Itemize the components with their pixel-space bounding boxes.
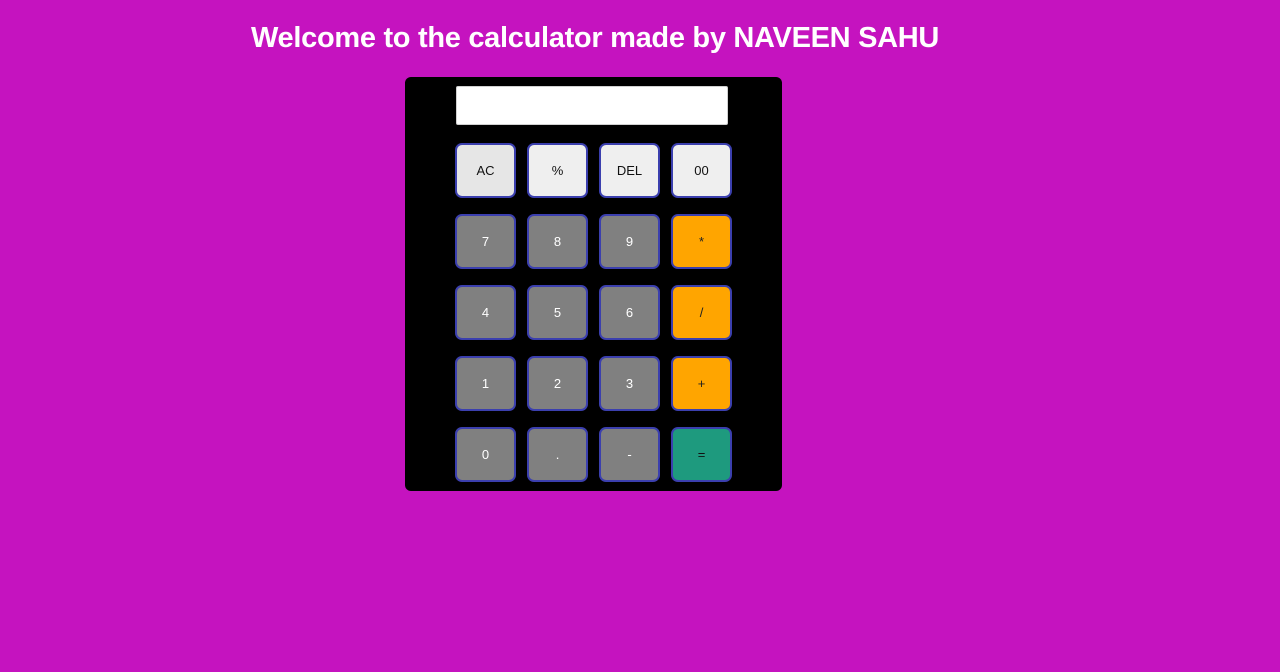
percent-button[interactable]: %: [527, 143, 588, 198]
page: Welcome to the calculator made by NAVEEN…: [0, 0, 1280, 672]
divide-button[interactable]: /: [671, 285, 732, 340]
multiply-button[interactable]: *: [671, 214, 732, 269]
digit-2-button[interactable]: 2: [527, 356, 588, 411]
keypad: AC % DEL 00 7 8 9 * 4 5 6 / 1 2 3 + 0 . …: [455, 143, 732, 482]
digit-7-button[interactable]: 7: [455, 214, 516, 269]
digit-5-button[interactable]: 5: [527, 285, 588, 340]
digit-1-button[interactable]: 1: [455, 356, 516, 411]
double-zero-button[interactable]: 00: [671, 143, 732, 198]
digit-6-button[interactable]: 6: [599, 285, 660, 340]
calculator-display[interactable]: [456, 86, 728, 125]
calculator: AC % DEL 00 7 8 9 * 4 5 6 / 1 2 3 + 0 . …: [405, 77, 782, 491]
minus-button[interactable]: -: [599, 427, 660, 482]
ac-button[interactable]: AC: [455, 143, 516, 198]
delete-button[interactable]: DEL: [599, 143, 660, 198]
digit-4-button[interactable]: 4: [455, 285, 516, 340]
page-title: Welcome to the calculator made by NAVEEN…: [251, 22, 940, 54]
digit-9-button[interactable]: 9: [599, 214, 660, 269]
equals-button[interactable]: =: [671, 427, 732, 482]
decimal-point-button[interactable]: .: [527, 427, 588, 482]
digit-8-button[interactable]: 8: [527, 214, 588, 269]
digit-0-button[interactable]: 0: [455, 427, 516, 482]
digit-3-button[interactable]: 3: [599, 356, 660, 411]
plus-button[interactable]: +: [671, 356, 732, 411]
